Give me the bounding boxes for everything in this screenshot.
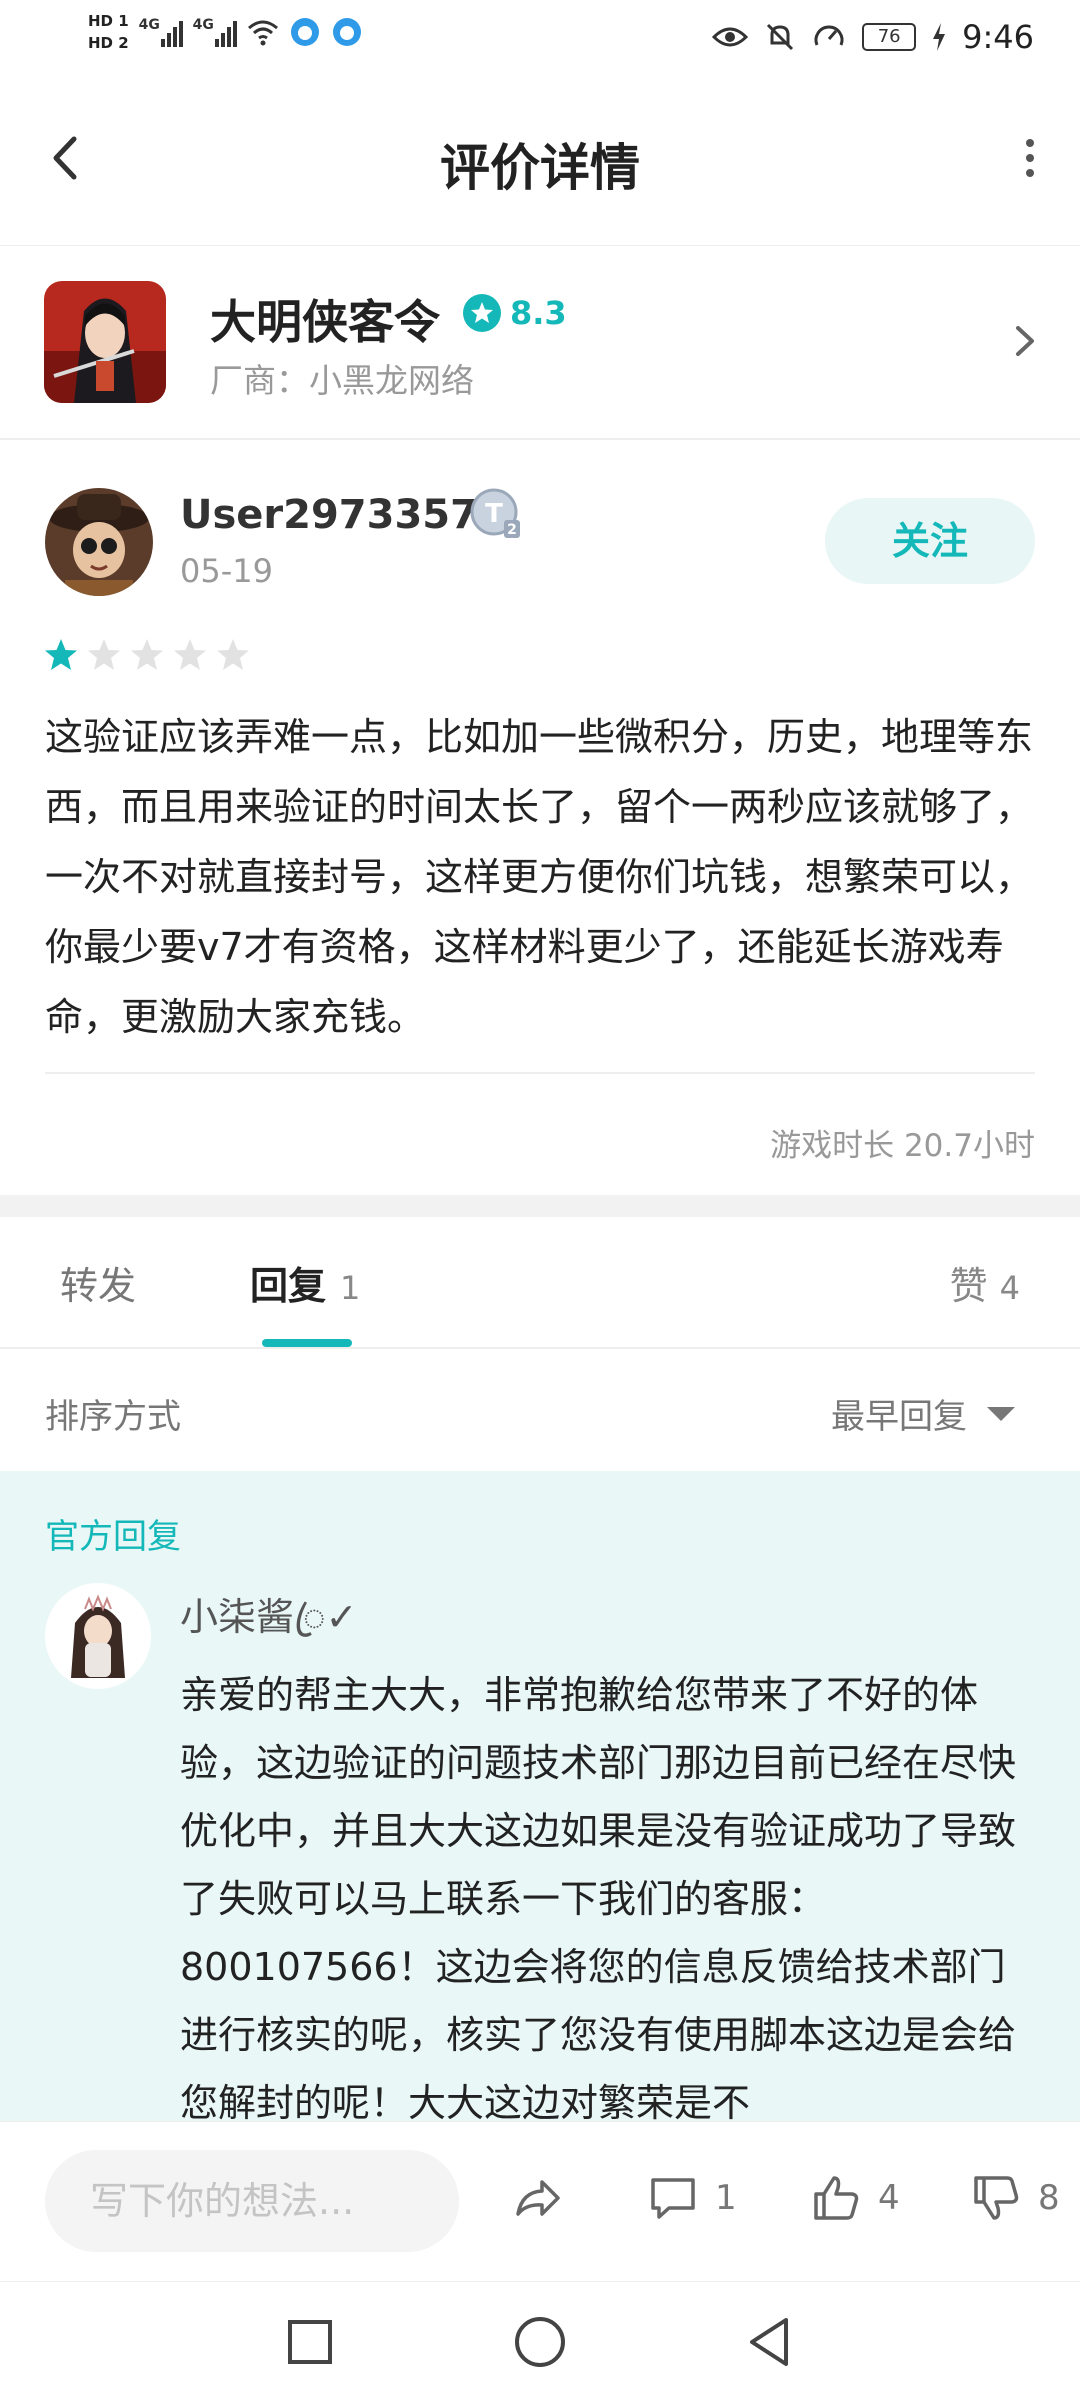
comment-button[interactable]: 1 (645, 2170, 737, 2226)
app-header: 评价详情 (0, 78, 1080, 246)
like-count: 4 (878, 2178, 900, 2218)
sort-dropdown[interactable]: 最早回复 (831, 1389, 1015, 1438)
app-notification-icon (290, 18, 319, 46)
game-icon[interactable] (44, 281, 166, 403)
review-username[interactable]: User29733577 (180, 492, 506, 538)
dislike-count: 8 (1038, 2178, 1060, 2218)
reply-username[interactable]: 小柒酱ꦿ✓ (180, 1586, 357, 1665)
share-button[interactable] (510, 2170, 566, 2226)
app-notification-2-icon (332, 18, 361, 46)
network-1-label: 4G (138, 17, 160, 33)
playtime-label: 游戏时长 20.7小时 (770, 1128, 1035, 1164)
official-reply: 官方回复 小柒酱ꦿ✓ 亲爱的帮主大大，非常抱歉给您带来了不好的体验，这边验证的问… (0, 1471, 1080, 2121)
game-rating: 8.3 (510, 294, 567, 332)
hd-indicators: HD 1 HD 2 (88, 12, 129, 52)
divider (45, 1072, 1035, 1074)
sort-selected-value: 最早回复 (831, 1397, 967, 1437)
data-saver-icon (814, 25, 844, 46)
active-tab-indicator (262, 1339, 352, 1347)
reply-avatar[interactable] (45, 1583, 151, 1689)
tab-reply-label: 回复 (250, 1264, 327, 1308)
section-separator (0, 1195, 1080, 1217)
sort-label: 排序方式 (45, 1397, 181, 1437)
reply-text: 亲爱的帮主大大，非常抱歉给您带来了不好的体验，这边验证的问题技术部门那边目前已经… (180, 1673, 1017, 2121)
sort-row: 排序方式 最早回复 (0, 1349, 1080, 1471)
tab-reply[interactable]: 回复 1 (250, 1255, 360, 1310)
game-name[interactable]: 大明侠客令 (210, 286, 440, 352)
more-options-icon[interactable] (1010, 133, 1050, 183)
battery-indicator: 76 (862, 23, 917, 51)
network-2-label: 4G (192, 17, 214, 33)
status-right: 76 9:46 (712, 18, 1034, 56)
home-icon[interactable] (510, 2312, 570, 2372)
comment-count: 1 (715, 2178, 737, 2218)
hd1-label: HD 1 (88, 12, 129, 30)
status-bar: HD 1 HD 2 4G 4G 76 9:46 (0, 0, 1080, 78)
bottom-action-bar: 1 4 8 (0, 2121, 1080, 2281)
comment-bubble-icon (651, 2178, 695, 2219)
star-empty-icon (131, 639, 163, 670)
tab-like[interactable]: 赞4 (950, 1255, 1020, 1310)
system-nav-bar (0, 2281, 1080, 2400)
like-button[interactable]: 4 (808, 2170, 900, 2226)
back-nav-icon[interactable] (740, 2312, 800, 2372)
svg-text:T: T (485, 499, 503, 529)
user-avatar[interactable] (45, 488, 153, 596)
signal-2-icon: 4G (193, 17, 237, 47)
review-stars (42, 636, 252, 674)
star-filled-icon (45, 639, 77, 670)
level-badge-icon: T 2 (470, 488, 520, 538)
tab-like-label: 赞 (949, 1264, 988, 1308)
clock: 9:46 (962, 18, 1034, 56)
tab-like-count: 4 (999, 1269, 1020, 1307)
dislike-button[interactable]: 8 (968, 2170, 1060, 2226)
review-section: User29733577 T 2 05-19 关注 这验证应该弄难一点，比如加一… (0, 440, 1080, 1195)
star-empty-icon (174, 639, 206, 670)
charging-icon (933, 23, 946, 51)
comment-input[interactable] (45, 2150, 459, 2252)
rating-star-icon (463, 294, 501, 332)
hd2-label: HD 2 (88, 34, 129, 52)
tab-repost[interactable]: 转发 (60, 1255, 136, 1310)
star-empty-icon (217, 639, 249, 670)
follow-button[interactable]: 关注 (825, 498, 1035, 584)
recent-apps-icon[interactable] (280, 2312, 340, 2372)
wifi-icon (247, 20, 278, 46)
mute-bell-icon (767, 23, 794, 51)
reply-tabs: 转发 回复 1 赞4 (0, 1217, 1080, 1349)
caret-down-icon (987, 1406, 1015, 1421)
signal-1-icon: 4G (139, 17, 183, 47)
page-title: 评价详情 (440, 139, 640, 197)
share-arrow-icon (516, 2180, 560, 2216)
official-reply-label: 官方回复 (45, 1517, 181, 1557)
svg-text:2: 2 (507, 522, 517, 538)
game-info-card[interactable]: 大明侠客令 8.3 厂商：小黑龙网络 (0, 246, 1080, 440)
status-left: HD 1 HD 2 4G 4G (88, 12, 363, 52)
eye-icon (712, 27, 749, 47)
thumbs-up-icon (814, 2176, 859, 2220)
developer-label: 厂商：小黑龙网络 (210, 361, 474, 400)
chevron-right-icon[interactable] (1010, 316, 1040, 366)
review-text: 这验证应该弄难一点，比如加一些微积分，历史，地理等东西，而且用来验证的时间太长了… (45, 715, 1034, 1039)
star-empty-icon (88, 639, 120, 670)
thumbs-down-icon (974, 2176, 1019, 2220)
tab-reply-count: 1 (340, 1269, 361, 1307)
review-date: 05-19 (180, 552, 273, 590)
